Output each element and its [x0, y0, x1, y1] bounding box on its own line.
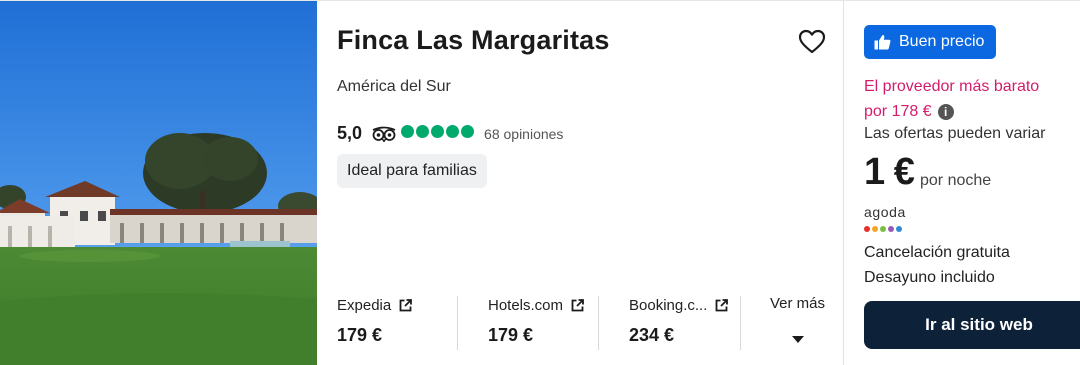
rating-bubble — [401, 124, 415, 138]
hotel-name[interactable]: Finca Las Margaritas — [337, 25, 610, 56]
badge-label: Buen precio — [899, 33, 985, 50]
rating-bubbles — [401, 124, 476, 143]
per-night-label: por noche — [920, 172, 992, 189]
chevron-down-icon — [792, 336, 804, 343]
provider-name: Expedia — [337, 296, 392, 314]
provider-divider — [457, 296, 458, 350]
good-price-badge[interactable]: Buen precio — [864, 25, 997, 59]
provider-price: 179 € — [337, 325, 383, 345]
hotel-location: América del Sur — [337, 78, 451, 95]
heart-icon[interactable] — [798, 29, 826, 55]
provider-price: 234 € — [629, 325, 675, 345]
provider-logo-text: agoda — [864, 204, 906, 220]
provider-hotels-com[interactable]: Hotels.com 179 € — [488, 295, 584, 346]
agoda-logo-dots — [864, 219, 906, 237]
rating-bubble — [431, 124, 445, 138]
breakfast-included: Desayuno incluido — [864, 269, 995, 286]
rating-bubble — [416, 124, 430, 138]
rating-bubble — [461, 124, 475, 138]
provider-expedia[interactable]: Expedia 179 € — [337, 295, 413, 346]
review-count[interactable]: 68 opiniones — [484, 126, 563, 142]
deal-price: 1 € — [864, 151, 915, 193]
go-to-site-button[interactable]: Ir al sitio web — [864, 301, 1080, 349]
offers-vary-note: Las ofertas pueden variar — [864, 125, 1046, 142]
family-tag: Ideal para familias — [337, 154, 487, 188]
rating-bubble — [446, 124, 460, 138]
hotel-card: Finca Las Margaritas América del Sur 5,0… — [0, 0, 1080, 365]
agoda-logo: agoda — [864, 205, 906, 237]
provider-name: Hotels.com — [488, 296, 564, 314]
provider-divider — [740, 296, 741, 350]
tripadvisor-owl-icon — [372, 126, 396, 142]
info-icon[interactable]: i — [937, 103, 954, 120]
cheapest-line2: por 178 € — [864, 103, 932, 120]
rating-score: 5,0 — [337, 123, 363, 143]
provider-booking[interactable]: Booking.c... 234 € — [629, 295, 729, 346]
free-cancellation: Cancelación gratuita — [864, 244, 1010, 261]
rating-row: 5,0 68 opiniones — [337, 123, 563, 144]
external-link-icon — [715, 298, 729, 311]
more-label: Ver más — [770, 295, 826, 312]
external-link-icon — [571, 298, 584, 311]
provider-name: Booking.c... — [629, 296, 708, 314]
provider-divider — [598, 296, 599, 350]
cheapest-line1: El proveedor más barato — [864, 78, 1040, 95]
hotel-photo[interactable] — [0, 1, 317, 365]
cheapest-provider-note: El proveedor más barato por 178 € i — [864, 74, 1074, 124]
thumbs-up-icon — [874, 35, 891, 50]
more-providers-button[interactable]: Ver más — [770, 295, 825, 344]
deal-panel: Buen precio El proveedor más barato por … — [844, 1, 1080, 365]
external-link-icon — [399, 298, 413, 311]
provider-price: 179 € — [488, 325, 534, 345]
hotel-info: Finca Las Margaritas América del Sur 5,0… — [317, 1, 843, 365]
